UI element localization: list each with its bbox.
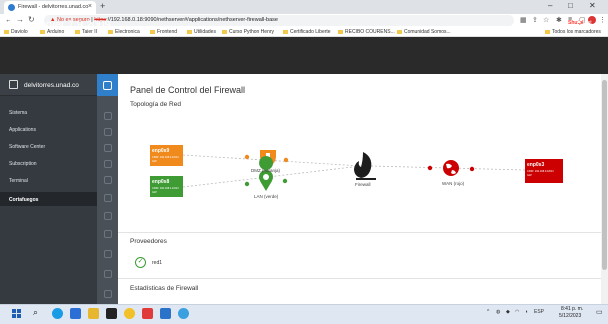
vscode-icon[interactable] xyxy=(160,308,171,319)
url-path: ://192.168.0.18:9090/nethserver#/applica… xyxy=(106,17,278,23)
rail-box-icon[interactable] xyxy=(104,270,112,278)
dmz-dot-right xyxy=(283,157,289,163)
bookmark-item[interactable]: Comunidad Somos... xyxy=(397,29,451,35)
section-divider xyxy=(118,232,608,233)
app-header xyxy=(0,37,608,74)
tray-language[interactable]: ESP xyxy=(534,309,544,315)
tray-app-icon[interactable]: ◍ xyxy=(496,309,500,315)
user-icon: ▲ xyxy=(576,19,582,25)
user-menu[interactable]: root xyxy=(583,20,592,26)
bookmark-item[interactable]: Curso Python Henry xyxy=(222,29,274,35)
lan-label: LAN (verde) xyxy=(254,194,279,199)
tray-expand-icon[interactable]: ^ xyxy=(487,309,489,315)
providers-title: Proveedores xyxy=(130,238,167,245)
iface-enp0s9-name: enp0s9 xyxy=(152,148,169,154)
iface-enp0s9-detail: CIDR: 192.168.2.10/24 xyxy=(152,155,179,159)
network-topology-diagram: enp0s9 CIDR: 192.168.2.10/24 GW: enp0s8 … xyxy=(150,145,563,199)
rail-dashboard-icon[interactable] xyxy=(104,112,112,120)
bookmark-item[interactable]: Utilidades xyxy=(187,29,216,35)
edge-browser-icon[interactable] xyxy=(52,308,63,319)
taskbar-app-icon[interactable] xyxy=(70,308,81,319)
rail-link-icon[interactable] xyxy=(104,176,112,184)
firewall-stats-title: Estadísticas de Firewall xyxy=(130,285,199,292)
sidebar-item-applications[interactable]: Applications xyxy=(9,127,36,133)
bookmark-item[interactable]: Electronica xyxy=(108,29,140,35)
browser-tab-title: Firewall - delvitorres.unad.co xyxy=(18,4,89,10)
iface-enp0s8-gw: GW: xyxy=(152,190,157,194)
share-icon[interactable]: ⇪ xyxy=(532,16,538,24)
terminal-app-icon[interactable] xyxy=(106,308,117,319)
bookmark-item[interactable]: RECIBO COURENS... xyxy=(338,29,395,35)
wan-dot-left xyxy=(427,165,433,171)
bookmark-item[interactable]: Todos los marcadores xyxy=(545,29,601,35)
rail-search-icon[interactable] xyxy=(104,290,112,298)
provider-name: red1 xyxy=(152,260,163,266)
chrome-icon[interactable] xyxy=(124,308,135,319)
iface-enp0s8-detail: CIDR: 192.168.1.10/24 xyxy=(152,186,179,190)
taskbar-app-icon-2[interactable] xyxy=(142,308,153,319)
iface-enp0s3-name: enp0s3 xyxy=(527,162,544,168)
sidebar-item-sistema[interactable]: Sistema xyxy=(9,110,27,116)
sidebar-item-cortafuegos[interactable]: Cortafuegos xyxy=(9,197,38,203)
bookmark-item[interactable]: Frontend xyxy=(150,29,177,35)
wan-label: WAN (rojo) xyxy=(442,181,465,186)
clock-date[interactable]: 5/12/2023 xyxy=(559,313,581,319)
lan-dot-left xyxy=(244,181,250,187)
sidebar xyxy=(0,74,97,304)
sidebar-item-subscription[interactable]: Subscription xyxy=(9,161,37,167)
rail-traffic-icon[interactable] xyxy=(104,194,112,202)
tray-wifi-icon[interactable]: ◠ xyxy=(515,309,519,315)
rail-objects-icon[interactable] xyxy=(104,212,112,220)
new-tab-button[interactable]: + xyxy=(100,1,105,11)
nethserver-favicon-icon xyxy=(8,4,15,11)
provider-ok-check-icon: ✓ xyxy=(135,257,146,268)
iface-enp0s3-gw: GW: xyxy=(527,173,532,177)
rail-close-icon[interactable] xyxy=(104,144,112,152)
browser-menu-icon[interactable]: ⋮ xyxy=(599,16,606,24)
taskbar-app-icon-3[interactable] xyxy=(178,308,189,319)
rail-list-icon[interactable] xyxy=(104,230,112,238)
rail-firewall-icon xyxy=(103,81,112,90)
url-bar[interactable]: ▲ No es seguro | https://192.168.0.18:90… xyxy=(44,15,514,26)
section-divider xyxy=(118,278,608,279)
host-name: delvitorres.unad.co xyxy=(24,82,79,89)
translate-icon[interactable]: ▦ xyxy=(520,16,527,24)
window-minimize-button[interactable]: – xyxy=(548,1,552,10)
server-icon xyxy=(9,80,18,89)
notification-icon[interactable]: ▭ xyxy=(596,308,603,316)
wan-globe-icon xyxy=(443,160,459,176)
iface-enp0s8-name: enp0s8 xyxy=(152,179,169,185)
extensions-icon[interactable]: ✱ xyxy=(556,16,562,24)
wan-dot-right xyxy=(469,166,475,172)
bookmark-star-icon[interactable]: ☆ xyxy=(543,16,549,24)
rail-grid-icon[interactable] xyxy=(104,250,112,258)
rail-settings-icon[interactable] xyxy=(104,160,112,168)
firewall-label: Firewall xyxy=(355,182,371,187)
search-icon[interactable]: ⌕ xyxy=(33,307,38,318)
iface-enp0s3-detail: CIDR: 192.168.0.18/24 xyxy=(527,169,554,173)
sidebar-item-software-center[interactable]: Software Center xyxy=(9,144,45,150)
file-explorer-icon[interactable] xyxy=(88,308,99,319)
window-close-button[interactable]: ✕ xyxy=(589,1,596,10)
window-maximize-button[interactable]: □ xyxy=(568,1,573,10)
firewall-flame-icon xyxy=(354,152,372,178)
brand-title[interactable]: NethServer 7.9.2009 xyxy=(9,19,111,31)
lan-dot-right xyxy=(282,178,288,184)
rail-rules-icon[interactable] xyxy=(104,128,112,136)
scrollbar-thumb[interactable] xyxy=(602,80,607,270)
windows-start-icon[interactable] xyxy=(12,309,21,318)
tray-volume-icon[interactable]: ◖ xyxy=(525,309,528,315)
sidebar-item-terminal[interactable]: Terminal xyxy=(9,178,28,184)
clock-time[interactable]: 8:41 p. m. xyxy=(561,306,583,312)
dmz-dot-left xyxy=(244,154,250,160)
tab-close-icon[interactable]: × xyxy=(88,3,92,10)
tray-security-icon[interactable]: ◆ xyxy=(506,309,510,315)
bookmark-item[interactable]: Certificado Liberte xyxy=(283,29,331,35)
dmz-label: DMZ (naranja) xyxy=(251,168,281,173)
iface-enp0s9-gw: GW: xyxy=(152,159,157,163)
browser-tab[interactable]: Firewall - delvitorres.unad.co × xyxy=(4,1,96,14)
